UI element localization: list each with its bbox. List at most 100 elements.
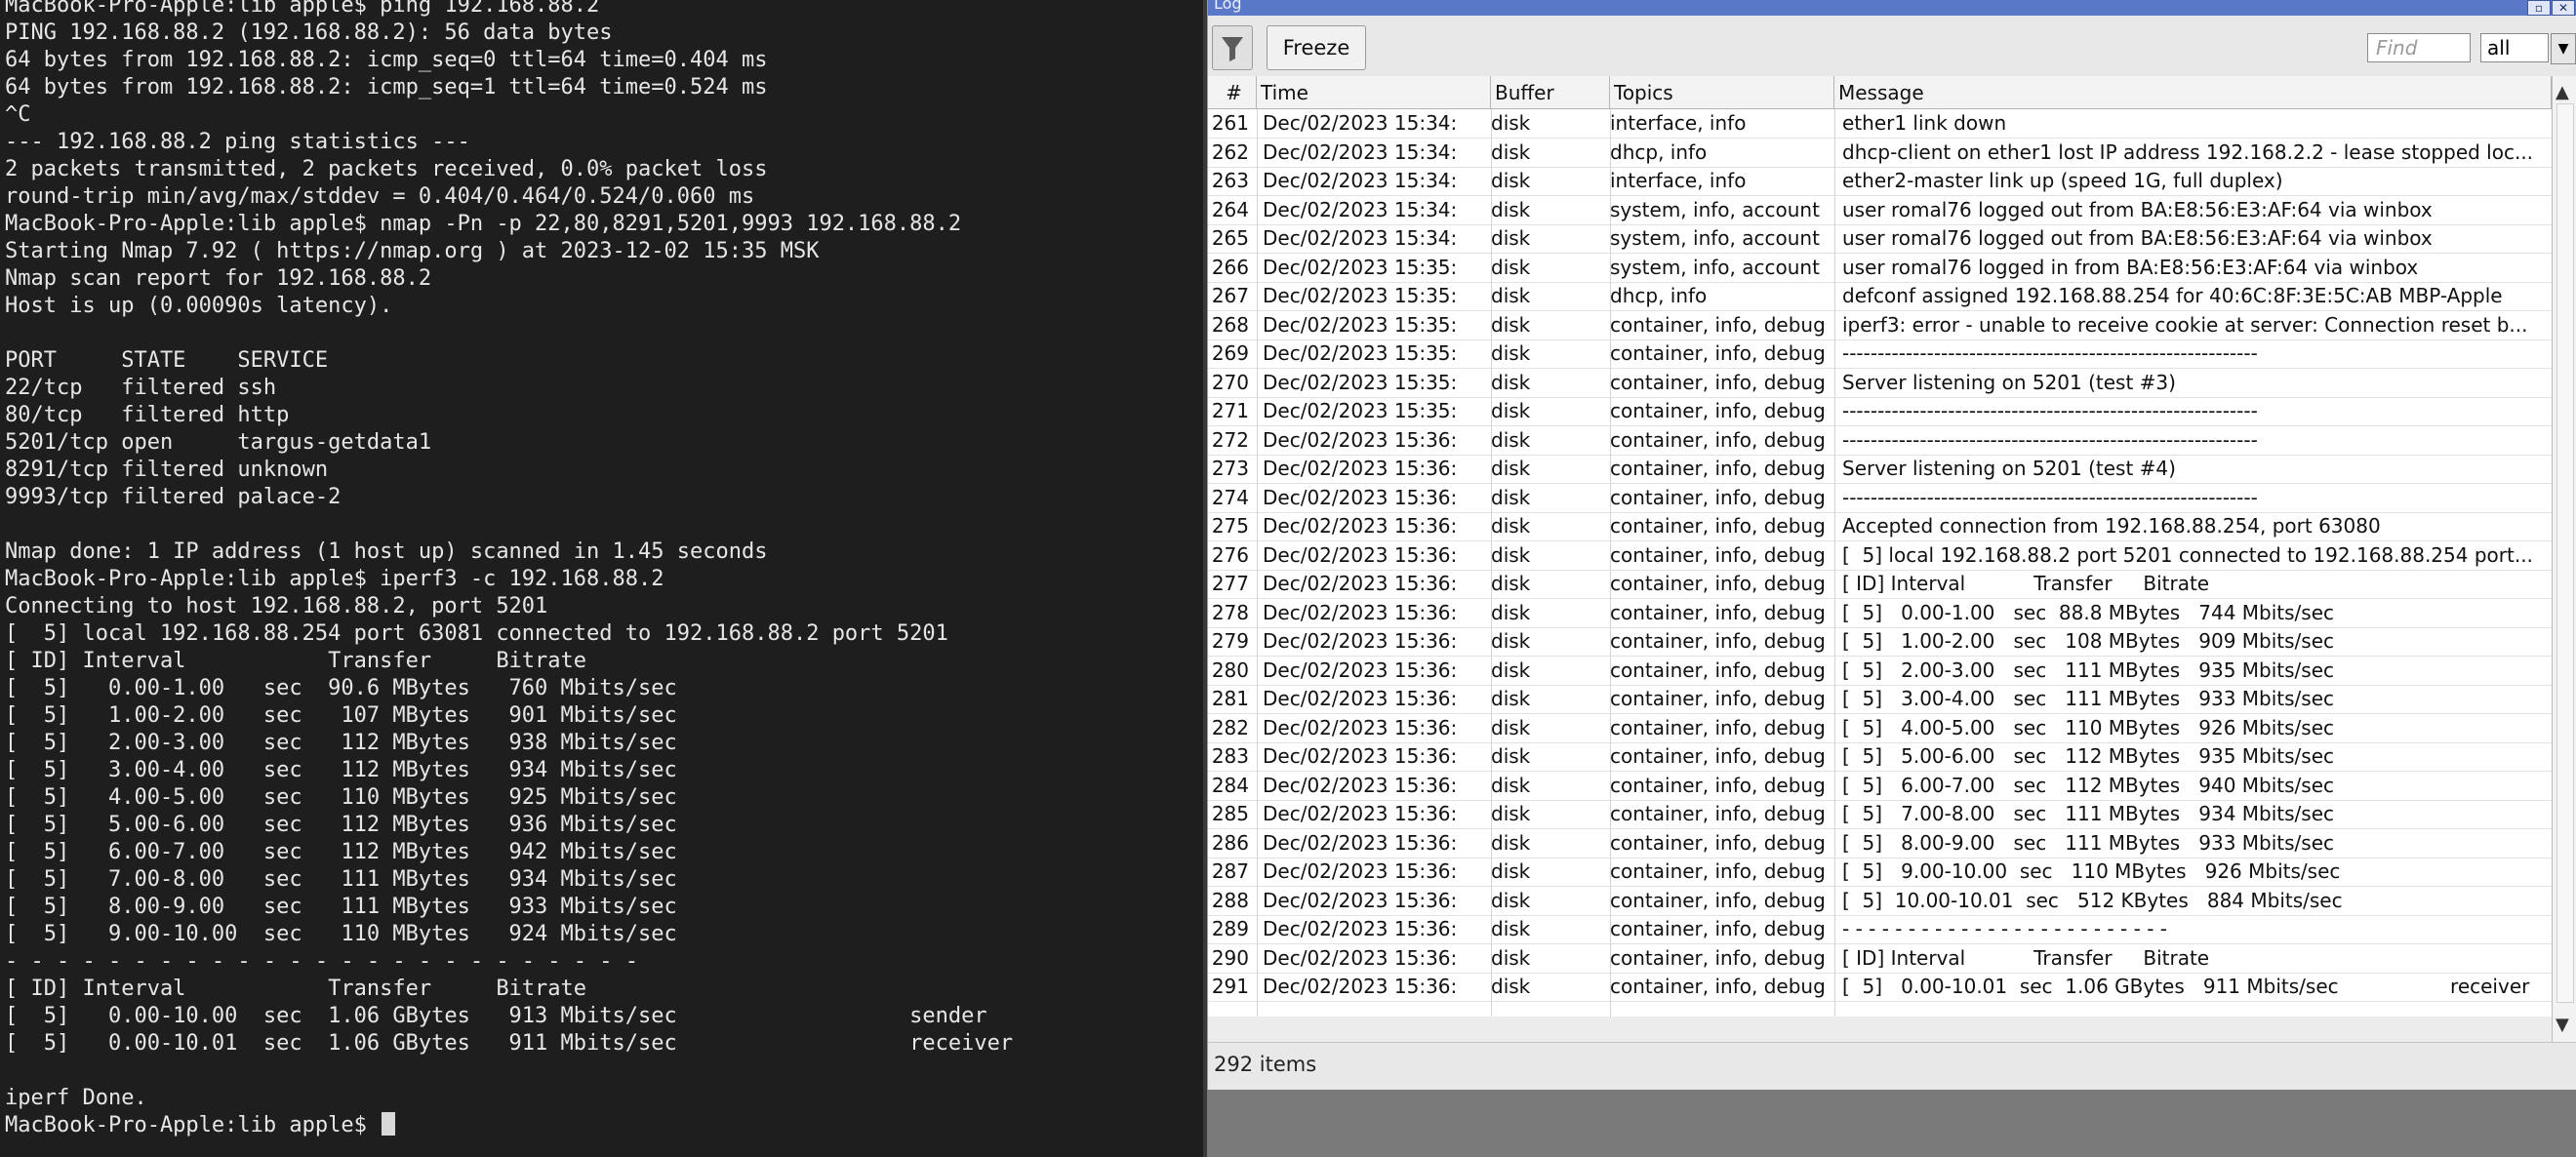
- row-buffer: disk: [1491, 975, 1531, 998]
- table-row[interactable]: 271 Dec/02/2023 15:35:48 disk container, in…: [1208, 397, 2552, 426]
- terminal-line: [ 5] 8.00-9.00 sec 111 MBytes 933 Mbits/…: [5, 894, 1013, 921]
- close-icon[interactable]: ✕: [2552, 0, 2575, 16]
- row-time: Dec/02/2023 15:34:54: [1263, 169, 1458, 192]
- filter-button[interactable]: [1212, 25, 1253, 70]
- table-row[interactable]: 261 Dec/02/2023 15:34:51 disk interface, in…: [1208, 109, 2552, 139]
- table-row[interactable]: 282 Dec/02/2023 15:36:10 disk container, in…: [1208, 714, 2552, 743]
- table-row[interactable]: 291 Dec/02/2023 15:36:10 disk container, in…: [1208, 973, 2552, 1002]
- table-row[interactable]: 266 Dec/02/2023 15:35:01 disk system, info,…: [1208, 254, 2552, 283]
- terminal-line-text: [ 5] 0.00-10.01 sec 1.06 GBytes 911 Mbit…: [5, 1031, 1014, 1056]
- row-message: Server listening on 5201 (test #3): [1842, 370, 2176, 394]
- column-divider: [1610, 109, 1611, 1017]
- restore-icon[interactable]: ▫: [2527, 0, 2551, 16]
- table-row[interactable]: 262 Dec/02/2023 15:34:51 disk dhcp, info dhc…: [1208, 139, 2552, 168]
- terminal-line: 64 bytes from 192.168.88.2: icmp_seq=1 t…: [5, 74, 1013, 101]
- row-time: Dec/02/2023 15:36:10: [1263, 457, 1458, 480]
- filter-icon: [1222, 37, 1243, 61]
- terminal-line-text: 64 bytes from 192.168.88.2: icmp_seq=1 t…: [5, 75, 768, 100]
- row-buffer: disk: [1491, 284, 1531, 307]
- terminal-line-text: [ 5] 7.00-8.00 sec 111 MBytes 934 Mbits/…: [5, 867, 677, 892]
- table-row[interactable]: 289 Dec/02/2023 15:36:10 disk container, in…: [1208, 915, 2552, 944]
- table-row[interactable]: 270 Dec/02/2023 15:35:48 disk container, in…: [1208, 369, 2552, 398]
- table-row[interactable]: 280 Dec/02/2023 15:36:10 disk container, in…: [1208, 657, 2552, 686]
- row-message: [ 5] 5.00-6.00 sec 112 MBytes 935 Mbits/…: [1842, 744, 2335, 768]
- row-number: 276: [1211, 542, 1249, 567]
- terminal-line: round-trip min/avg/max/stddev = 0.404/0.…: [5, 183, 1013, 211]
- terminal-line: --- 192.168.88.2 ping statistics ---: [5, 129, 1013, 156]
- row-message: [ 5] 2.00-3.00 sec 111 MBytes 935 Mbits/…: [1842, 658, 2335, 682]
- terminal-line: [ 5] 1.00-2.00 sec 107 MBytes 901 Mbits/…: [5, 702, 1013, 730]
- terminal-window[interactable]: MacBook-Pro-Apple:lib apple$ ping 192.16…: [0, 0, 1203, 1157]
- find-input[interactable]: Find: [2367, 33, 2471, 62]
- row-message: [ 5] 6.00-7.00 sec 112 MBytes 940 Mbits/…: [1842, 773, 2335, 797]
- terminal-line: MacBook-Pro-Apple:lib apple$: [5, 1112, 1013, 1139]
- table-row[interactable]: 281 Dec/02/2023 15:36:10 disk container, in…: [1208, 685, 2552, 714]
- column-header-buffer[interactable]: Buffer: [1491, 76, 1610, 109]
- table-row[interactable]: 287 Dec/02/2023 15:36:10 disk container, in…: [1208, 858, 2552, 887]
- row-number: 283: [1211, 744, 1249, 768]
- row-number: 277: [1211, 572, 1249, 595]
- row-topics: system, info, account: [1610, 197, 1820, 221]
- table-row[interactable]: 265 Dec/02/2023 15:34:57 disk system, info,…: [1208, 224, 2552, 254]
- row-number: 285: [1211, 802, 1249, 825]
- column-header-message[interactable]: Message: [1834, 76, 2552, 109]
- table-row[interactable]: 263 Dec/02/2023 15:34:54 disk interface, in…: [1208, 167, 2552, 196]
- table-row[interactable]: 290 Dec/02/2023 15:36:10 disk container, in…: [1208, 944, 2552, 974]
- terminal-line-text: PORT STATE SERVICE: [5, 348, 329, 373]
- table-row[interactable]: 267 Dec/02/2023 15:35:13 disk dhcp, info def…: [1208, 282, 2552, 311]
- row-message: user romal76 logged in from BA:E8:56:E3:…: [1842, 255, 2419, 279]
- row-time: Dec/02/2023 15:36:10: [1263, 917, 1458, 940]
- row-message: [ ID] Interval Transfer Bitrate: [1842, 945, 2210, 970]
- row-time: Dec/02/2023 15:36:10: [1263, 715, 1458, 739]
- table-row[interactable]: 285 Dec/02/2023 15:36:10 disk container, in…: [1208, 800, 2552, 829]
- table-row[interactable]: 273 Dec/02/2023 15:36:10 disk container, in…: [1208, 455, 2552, 484]
- terminal-line: [ 5] 9.00-10.00 sec 110 MBytes 924 Mbits…: [5, 921, 1013, 948]
- table-row[interactable]: 286 Dec/02/2023 15:36:10 disk container, in…: [1208, 829, 2552, 858]
- chevron-up-icon[interactable]: ▲: [2556, 82, 2569, 102]
- table-row[interactable]: 288 Dec/02/2023 15:36:10 disk container, in…: [1208, 887, 2552, 916]
- table-row[interactable]: 284 Dec/02/2023 15:36:10 disk container, in…: [1208, 772, 2552, 801]
- table-row[interactable]: 269 Dec/02/2023 15:35:48 disk container, in…: [1208, 339, 2552, 369]
- terminal-line: ^C: [5, 101, 1013, 129]
- terminal-line: Connecting to host 192.168.88.2, port 52…: [5, 593, 1013, 620]
- table-row[interactable]: 283 Dec/02/2023 15:36:10 disk container, in…: [1208, 742, 2552, 772]
- row-number: 266: [1211, 255, 1249, 279]
- table-row[interactable]: 275 Dec/02/2023 15:36:10 disk container, in…: [1208, 512, 2552, 541]
- terminal-line-text: [ ID] Interval Transfer Bitrate: [5, 649, 587, 673]
- row-message: [ 5] 0.00-10.01 sec 1.06 GBytes 911 Mbit…: [1842, 975, 2530, 998]
- terminal-line-text: Starting Nmap 7.92 ( https://nmap.org ) …: [5, 239, 820, 263]
- table-row[interactable]: 274 Dec/02/2023 15:36:10 disk container, in…: [1208, 484, 2552, 513]
- terminal-line: [ 5] 0.00-10.01 sec 1.06 GBytes 911 Mbit…: [5, 1030, 1013, 1057]
- scroll-thumb[interactable]: [2556, 103, 2574, 1003]
- terminal-line-text: ^C: [5, 102, 31, 127]
- table-row[interactable]: 279 Dec/02/2023 15:36:10 disk container, in…: [1208, 627, 2552, 657]
- chevron-down-icon[interactable]: ▼: [2551, 33, 2576, 64]
- row-topics: container, info, debug: [1610, 485, 1826, 509]
- row-number: 290: [1211, 945, 1249, 970]
- table-row[interactable]: 276 Dec/02/2023 15:36:10 disk container, in…: [1208, 541, 2552, 571]
- row-topics: dhcp, info: [1610, 284, 1708, 307]
- terminal-line-text: [ ID] Interval Transfer Bitrate: [5, 977, 587, 1001]
- row-number: 273: [1211, 457, 1249, 480]
- terminal-line-text: MacBook-Pro-Apple:lib apple$: [5, 1113, 381, 1137]
- terminal-line: Nmap done: 1 IP address (1 host up) scan…: [5, 539, 1013, 566]
- freeze-button[interactable]: Freeze: [1267, 25, 1366, 70]
- table-row[interactable]: 278 Dec/02/2023 15:36:10 disk container, in…: [1208, 599, 2552, 628]
- log-window-titlebar[interactable]: Log ▫ ✕: [1208, 0, 2576, 16]
- column-header-topics[interactable]: Topics: [1610, 76, 1834, 109]
- table-row[interactable]: 264 Dec/02/2023 15:34:57 disk system, info,…: [1208, 196, 2552, 225]
- terminal-line: PORT STATE SERVICE: [5, 347, 1013, 375]
- table-row[interactable]: 272 Dec/02/2023 15:36:10 disk container, in…: [1208, 426, 2552, 456]
- terminal-line: [ 5] 0.00-10.00 sec 1.06 GBytes 913 Mbit…: [5, 1003, 1013, 1030]
- chevron-down-icon[interactable]: ▼: [2556, 1015, 2569, 1035]
- row-buffer: disk: [1491, 197, 1531, 221]
- table-row[interactable]: 268 Dec/02/2023 15:35:48 disk container, in…: [1208, 311, 2552, 340]
- terminal-line: [ 5] 7.00-8.00 sec 111 MBytes 934 Mbits/…: [5, 866, 1013, 894]
- column-header-time[interactable]: Time: [1257, 76, 1491, 109]
- scope-select[interactable]: all: [2480, 33, 2549, 62]
- terminal-line: 64 bytes from 192.168.88.2: icmp_seq=0 t…: [5, 47, 1013, 74]
- column-header-number[interactable]: #: [1208, 76, 1257, 109]
- row-message: user romal76 logged out from BA:E8:56:E3…: [1842, 197, 2433, 221]
- table-row[interactable]: 277 Dec/02/2023 15:36:10 disk container, in…: [1208, 570, 2552, 599]
- vertical-scrollbar[interactable]: ▲ ▼: [2552, 76, 2576, 1042]
